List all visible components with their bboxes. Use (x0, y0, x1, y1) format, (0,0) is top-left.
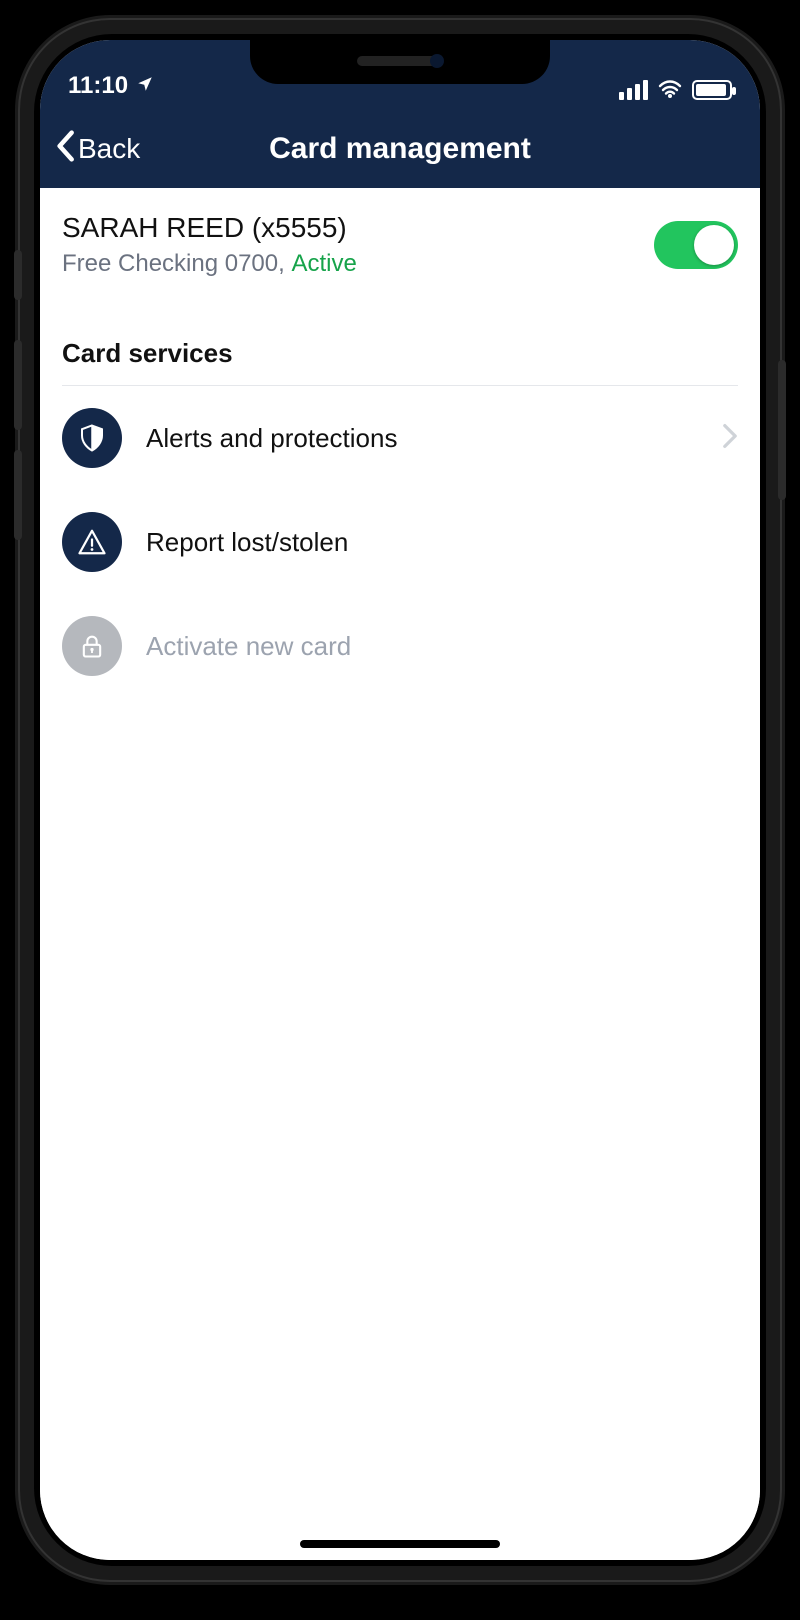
cellular-signal-icon (619, 80, 648, 100)
front-camera (430, 54, 444, 68)
phone-frame: 11:10 (20, 20, 780, 1580)
row-activate-new-card: Activate new card (62, 594, 738, 698)
status-right (619, 80, 732, 100)
lock-icon (62, 616, 122, 676)
volume-down-button[interactable] (14, 450, 22, 540)
back-label: Back (78, 133, 140, 165)
back-button[interactable]: Back (54, 110, 140, 188)
battery-icon (692, 80, 732, 100)
card-holder-line: SARAH REED (x5555) (62, 212, 357, 244)
content-area: SARAH REED (x5555) Free Checking 0700, A… (40, 188, 760, 1560)
location-arrow-icon (136, 72, 154, 100)
toggle-knob (694, 225, 734, 265)
row-label: Report lost/stolen (146, 527, 738, 558)
card-account-label: Free Checking 0700, (62, 250, 285, 277)
card-status-label: Active (291, 250, 356, 277)
chevron-right-icon (722, 419, 738, 458)
card-info: SARAH REED (x5555) Free Checking 0700, A… (62, 212, 357, 278)
page-title: Card management (269, 132, 531, 166)
notch (250, 40, 550, 84)
power-button[interactable] (778, 360, 786, 500)
card-active-toggle[interactable] (654, 221, 738, 269)
phone-bezel: 11:10 (34, 34, 766, 1566)
wifi-icon (658, 80, 682, 100)
row-label: Activate new card (146, 631, 738, 662)
card-subline: Free Checking 0700, Active (62, 250, 357, 278)
nav-bar: Back Card management (40, 110, 760, 188)
section-title: Card services (62, 338, 738, 386)
home-indicator[interactable] (300, 1540, 500, 1548)
status-time: 11:10 (68, 72, 128, 100)
row-label: Alerts and protections (146, 423, 698, 454)
row-alerts-and-protections[interactable]: Alerts and protections (62, 386, 738, 490)
status-left: 11:10 (68, 72, 154, 100)
chevron-left-icon (54, 130, 76, 169)
volume-up-button[interactable] (14, 340, 22, 430)
screen: 11:10 (40, 40, 760, 1560)
row-report-lost-stolen[interactable]: Report lost/stolen (62, 490, 738, 594)
silence-switch[interactable] (14, 250, 22, 300)
shield-icon (62, 408, 122, 468)
alert-triangle-icon (62, 512, 122, 572)
card-header: SARAH REED (x5555) Free Checking 0700, A… (62, 212, 738, 298)
